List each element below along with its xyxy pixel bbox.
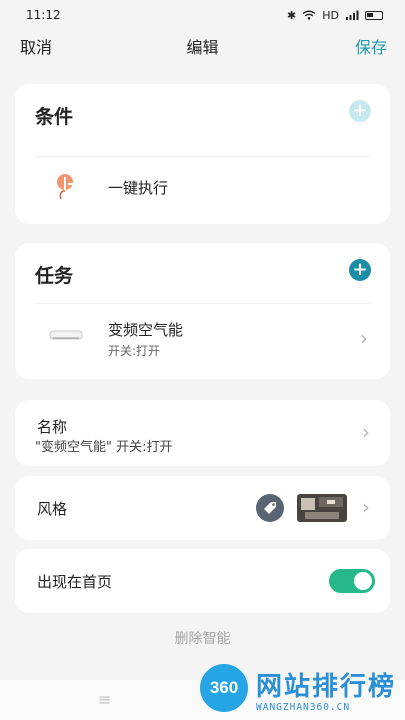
condition-card: 条件 + 一键执行 [15,84,390,224]
watermark-name: 网站排行榜 [256,672,397,702]
tap-hand-icon [57,174,77,200]
save-button[interactable]: 保存 [355,34,387,58]
status-bar: 11:12 ✱ HD [0,0,405,30]
cancel-button[interactable]: 取消 [20,34,52,58]
task-item[interactable]: 变频空气能 开关:打开 › [15,311,390,369]
task-card: 任务 + 变频空气能 开关:打开 › [15,243,390,379]
room-thumbnail-icon [297,494,347,522]
show-on-home-toggle[interactable] [329,569,375,593]
divider [35,156,370,157]
nav-bar: 取消 编辑 保存 [0,30,405,62]
add-task-plus-icon[interactable]: + [349,259,371,281]
status-icons: ✱ HD [287,9,383,22]
watermark-url: WANGZHAN360.CN [256,702,351,713]
signal-icon [346,10,359,20]
task-title: 任务 [35,265,74,287]
style-row[interactable]: 风格 › [15,476,390,540]
show-on-home-label: 出现在首页 [37,573,113,591]
menu-icon[interactable]: ≡ [98,690,111,709]
name-row[interactable]: 名称 "变频空气能" 开关:打开 › [15,400,390,466]
watermark-logo: 360 [200,664,248,712]
condition-item-label: 一键执行 [108,179,169,197]
name-label: 名称 [37,418,68,436]
chevron-right-icon: › [362,495,370,519]
style-label: 风格 [37,500,68,518]
network-type: HD [322,8,339,22]
task-item-detail: 开关:打开 [108,344,161,358]
condition-item[interactable]: 一键执行 [15,164,390,214]
chevron-right-icon: › [360,326,368,350]
condition-title: 条件 [35,106,74,128]
delete-smart-button[interactable]: 删除智能 [0,628,405,648]
task-item-name: 变频空气能 [108,321,184,339]
watermark: 360 网站排行榜 WANGZHAN360.CN [196,662,401,718]
status-time: 11:12 [26,8,61,22]
battery-icon [365,10,383,20]
tag-icon [256,494,284,522]
wifi-icon [302,10,316,20]
add-condition-plus-icon[interactable]: + [349,100,371,122]
show-on-home-row: 出现在首页 [15,549,390,613]
page-title: 编辑 [186,38,219,57]
divider [35,303,370,304]
chevron-right-icon: › [362,420,370,444]
name-value: "变频空气能" 开关:打开 [35,440,173,455]
air-device-icon [49,330,83,340]
bluetooth-icon: ✱ [287,8,297,22]
